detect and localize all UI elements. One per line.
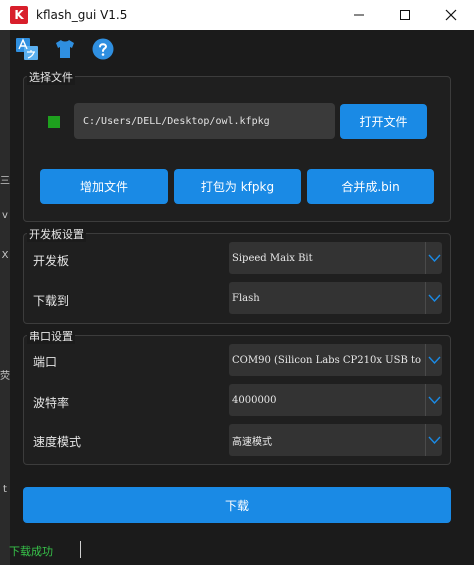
port-select-value: COM90 (Silicon Labs CP210x USB to: [232, 354, 422, 366]
maximize-button[interactable]: [382, 0, 428, 30]
chevron-down-icon: [425, 424, 442, 456]
board-label: 开发板: [33, 254, 70, 268]
speed-select-value: 高速模式: [232, 436, 272, 448]
edge-fragment: v: [2, 210, 8, 221]
board-select-value: Sipeed Maix Bit: [232, 252, 313, 264]
status-divider: [80, 541, 81, 558]
baud-select-value: 4000000: [232, 394, 277, 406]
file-group: 选择文件 C:/Users/DELL/Desktop/owl.kfpkg 打开文…: [23, 69, 451, 222]
status-message: 下载成功: [9, 545, 53, 558]
toolbar: [14, 36, 116, 62]
chevron-down-icon: [425, 344, 442, 376]
tshirt-icon: [56, 40, 74, 58]
baud-label: 波特率: [33, 396, 70, 410]
edge-fragment: 荧: [0, 371, 10, 382]
file-status-indicator: [48, 116, 60, 128]
skin-button[interactable]: [52, 36, 78, 62]
file-path-field[interactable]: C:/Users/DELL/Desktop/owl.kfpkg: [74, 103, 335, 139]
speed-select[interactable]: 高速模式: [229, 424, 442, 456]
close-button[interactable]: [428, 0, 474, 30]
help-button[interactable]: [90, 36, 116, 62]
maximize-icon: [400, 10, 410, 20]
pack-kfpkg-button[interactable]: 打包为 kfpkg: [174, 169, 301, 204]
merge-bin-button[interactable]: 合并成.bin: [307, 169, 434, 204]
status-bar: 下载成功: [0, 538, 474, 565]
chevron-down-icon: [425, 242, 442, 274]
chevron-down-icon: [425, 282, 442, 314]
title-bar: K kflash_gui V1.5: [0, 0, 474, 30]
target-select-value: Flash: [232, 292, 260, 304]
edge-fragment: X: [1, 250, 9, 261]
minimize-icon: [354, 14, 364, 16]
window-title: kflash_gui V1.5: [36, 8, 128, 22]
close-icon: [445, 9, 457, 21]
help-icon: [92, 38, 114, 60]
translate-icon: [16, 38, 38, 60]
serial-settings-group: 串口设置 端口 COM90 (Silicon Labs CP210x USB t…: [23, 328, 451, 465]
port-label: 端口: [33, 355, 58, 369]
language-button[interactable]: [14, 36, 40, 62]
add-file-button[interactable]: 增加文件: [40, 169, 168, 204]
chevron-down-icon: [425, 384, 442, 416]
board-select[interactable]: Sipeed Maix Bit: [229, 242, 442, 274]
download-button[interactable]: 下载: [23, 487, 451, 523]
open-file-button[interactable]: 打开文件: [340, 104, 427, 139]
edge-fragment: 三: [0, 176, 10, 187]
board-settings-group: 开发板设置 开发板 Sipeed Maix Bit 下载到 Flash: [23, 226, 451, 324]
port-select[interactable]: COM90 (Silicon Labs CP210x USB to: [229, 344, 442, 376]
app-logo: K: [10, 6, 28, 24]
speed-label: 速度模式: [33, 435, 82, 449]
group-title: 串口设置: [27, 328, 75, 344]
background-window-edge: [0, 0, 10, 565]
edge-fragment: t: [3, 484, 7, 495]
baud-select[interactable]: 4000000: [229, 384, 442, 416]
target-select[interactable]: Flash: [229, 282, 442, 314]
group-title: 选择文件: [27, 69, 75, 85]
target-label: 下载到: [33, 294, 70, 308]
file-path-value: C:/Users/DELL/Desktop/owl.kfpkg: [83, 115, 270, 127]
group-title: 开发板设置: [27, 226, 86, 242]
minimize-button[interactable]: [336, 0, 382, 30]
